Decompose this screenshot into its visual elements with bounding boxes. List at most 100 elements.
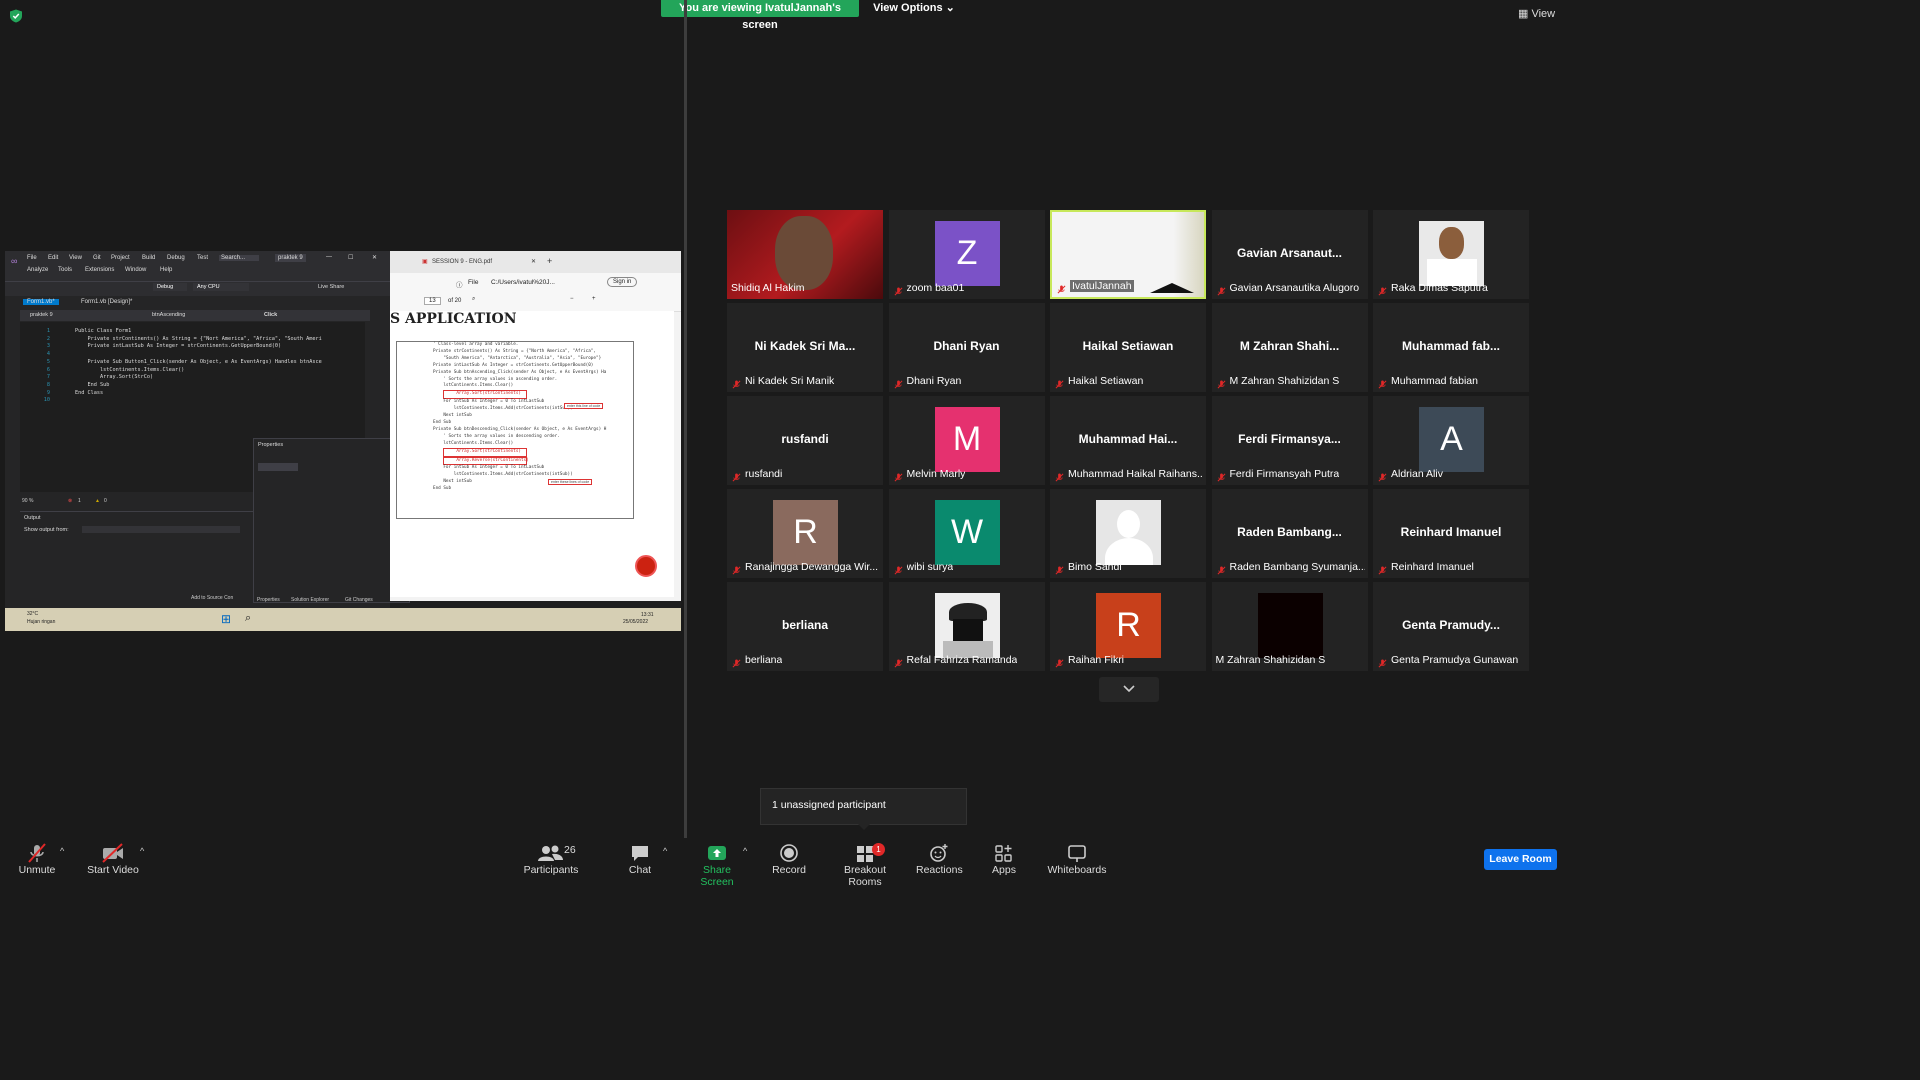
tab-form1-vb[interactable]: Form1.vb* xyxy=(23,299,59,305)
participant-tile[interactable]: M Melvin Marly xyxy=(888,396,1045,485)
share-screen-button[interactable]: Share Screen xyxy=(686,842,748,888)
minimize-icon[interactable]: — xyxy=(326,254,332,260)
apps-button[interactable]: Apps xyxy=(990,842,1018,876)
share-options-caret-icon[interactable]: ^ xyxy=(743,846,747,856)
participant-tile[interactable]: Dhani Ryan Dhani Ryan xyxy=(888,303,1045,392)
participant-tile[interactable]: Zzoom baa01 xyxy=(888,210,1045,299)
platform-dropdown[interactable]: Any CPU xyxy=(193,283,249,291)
code-line[interactable]: Private Sub Button1_Click(sender As Obje… xyxy=(75,359,321,367)
vs-menu-extensions[interactable]: Extensions xyxy=(85,267,114,273)
participant-tile[interactable]: Muhammad Hai... Muhammad Haikal Raihans..… xyxy=(1050,396,1206,485)
nav-member-dropdown[interactable]: btnAscending xyxy=(152,312,185,318)
tab-git-changes[interactable]: Git Changes xyxy=(345,597,373,603)
participant-tile[interactable]: Raden Bambang... Raden Bambang Syumanja..… xyxy=(1211,489,1368,578)
add-to-source-control[interactable]: Add to Source Con xyxy=(191,595,233,601)
participant-tile[interactable]: berliana berliana xyxy=(727,582,883,671)
start-video-button[interactable]: Start Video xyxy=(86,842,140,876)
tab-solution-explorer[interactable]: Solution Explorer xyxy=(291,597,329,603)
code-line[interactable]: Public Class Form1 xyxy=(75,328,131,336)
properties-toolbar[interactable] xyxy=(258,463,298,471)
audio-options-caret-icon[interactable]: ^ xyxy=(60,846,64,856)
vs-search[interactable]: Search... xyxy=(219,255,259,261)
participant-tile[interactable]: Wwibi surya xyxy=(888,489,1045,578)
vs-menu-analyze[interactable]: Analyze xyxy=(27,267,48,273)
participant-tile[interactable]: IvatulJannah xyxy=(1050,210,1206,299)
code-line[interactable]: End Sub xyxy=(75,382,109,390)
participant-tile[interactable]: A Aldrian Aliv xyxy=(1373,396,1529,485)
vs-menu-view[interactable]: View xyxy=(69,255,82,261)
live-share-button[interactable]: Live Share xyxy=(318,284,344,290)
vs-menu-debug[interactable]: Debug xyxy=(167,255,185,261)
record-button[interactable]: Record xyxy=(772,842,806,876)
participant-tile[interactable]: Ferdi Firmansya... Ferdi Firmansyah Putra xyxy=(1211,396,1368,485)
participant-tile[interactable]: Haikal Setiawan Haikal Setiawan xyxy=(1050,303,1206,392)
nav-project-dropdown[interactable]: praktek 9 xyxy=(30,312,53,318)
clock-date[interactable]: 25/05/2022 xyxy=(623,619,648,625)
participant-tile[interactable]: Muhammad fab... Muhammad fabian xyxy=(1373,303,1529,392)
chat-button[interactable]: Chat xyxy=(626,842,654,876)
vs-menu-project[interactable]: Project xyxy=(111,255,130,261)
participant-tile[interactable]: R Raihan Fikri xyxy=(1050,582,1206,671)
code-line[interactable]: Array.Sort(StrCo) xyxy=(75,374,153,382)
participant-tile[interactable]: M Zahran Shahizidan S xyxy=(1211,582,1368,671)
sign-in-button[interactable]: Sign in xyxy=(607,277,638,287)
tab-close-icon[interactable]: ✕ xyxy=(531,258,536,265)
security-shield-icon[interactable] xyxy=(9,9,23,23)
windows-start-icon[interactable]: ⊞ xyxy=(221,612,231,626)
vs-menu-window[interactable]: Window xyxy=(125,267,146,273)
participant-tile[interactable]: R Ranajingga Dewangga Wir... xyxy=(727,489,883,578)
tab-properties[interactable]: Properties xyxy=(257,597,280,603)
gallery-next-page-button[interactable] xyxy=(1099,677,1159,702)
maximize-icon[interactable]: ☐ xyxy=(348,254,353,261)
search-icon[interactable]: ⌕ xyxy=(472,296,475,303)
tab-form1-design[interactable]: Form1.vb [Design]* xyxy=(81,299,132,305)
vs-menu-test[interactable]: Test xyxy=(197,255,208,261)
reactions-button[interactable]: Reactions xyxy=(916,842,963,876)
zoom-out-icon[interactable]: − xyxy=(570,296,574,302)
unassigned-participant-notice[interactable]: 1 unassigned participant xyxy=(760,788,967,825)
chat-options-caret-icon[interactable]: ^ xyxy=(663,846,667,856)
leave-room-button[interactable]: Leave Room xyxy=(1484,849,1557,870)
split-divider[interactable] xyxy=(684,0,687,840)
vs-menu-git[interactable]: Git xyxy=(93,255,101,261)
breakout-rooms-button[interactable]: Breakout Rooms xyxy=(828,842,902,888)
vs-menu-help[interactable]: Help xyxy=(160,267,172,273)
participant-tile[interactable]: Shidiq Al Hakim xyxy=(727,210,883,299)
participant-tile[interactable]: rusfandi rusfandi xyxy=(727,396,883,485)
view-layout-button[interactable]: ▦ View xyxy=(1518,7,1555,20)
participant-tile[interactable]: Reinhard Imanuel Reinhard Imanuel xyxy=(1373,489,1529,578)
weather-desc[interactable]: Hujan ringan xyxy=(27,619,55,625)
vs-menu-file[interactable]: File xyxy=(27,255,37,261)
page-number-input[interactable]: 13 xyxy=(424,297,441,305)
participant-tile[interactable]: Bimo Sandi xyxy=(1050,489,1206,578)
clock-time[interactable]: 13:31 xyxy=(641,612,654,618)
unmute-button[interactable]: Unmute xyxy=(18,842,56,876)
address-field[interactable]: C:/Users/ivatul%20J... xyxy=(491,279,555,286)
vs-menu-edit[interactable]: Edit xyxy=(48,255,58,261)
participant-tile[interactable]: Genta Pramudy... Genta Pramudya Gunawan xyxy=(1373,582,1529,671)
code-line[interactable]: End Class xyxy=(75,390,103,398)
config-dropdown[interactable]: Debug xyxy=(153,283,187,291)
close-icon[interactable]: ✕ xyxy=(372,254,377,261)
whiteboards-button[interactable]: Whiteboards xyxy=(1046,842,1108,876)
participant-tile[interactable]: Refal Fahriza Ramanda xyxy=(888,582,1045,671)
weather-temp[interactable]: 32°C xyxy=(27,611,38,617)
vs-menu-tools[interactable]: Tools xyxy=(58,267,72,273)
error-icon[interactable]: ⊗ xyxy=(68,498,72,504)
participant-tile[interactable]: Gavian Arsanaut... Gavian Arsanautika Alu… xyxy=(1211,210,1368,299)
code-line[interactable]: Private intLastSub As Integer = strConti… xyxy=(75,343,281,351)
view-options-button[interactable]: View Options ⌄ xyxy=(872,0,956,17)
video-options-caret-icon[interactable]: ^ xyxy=(140,846,144,856)
pdf-tab-title[interactable]: SESSION 9 - ENG.pdf xyxy=(432,259,492,265)
new-tab-icon[interactable]: + xyxy=(547,256,552,266)
search-taskbar-icon[interactable]: ⌕ xyxy=(245,612,251,625)
warning-icon[interactable]: ▲ xyxy=(95,498,100,504)
participant-tile[interactable]: Raka Dimas Saputra xyxy=(1373,210,1529,299)
participant-tile[interactable]: Ni Kadek Sri Ma... Ni Kadek Sri Manik xyxy=(727,303,883,392)
nav-event-dropdown[interactable]: Click xyxy=(264,312,277,318)
pdf-page[interactable]: S APPLICATION ' Class-level array and va… xyxy=(390,311,674,597)
code-line[interactable]: Private strContinents() As String = {"No… xyxy=(75,336,321,344)
output-source-dropdown[interactable] xyxy=(82,526,240,533)
participant-tile[interactable]: M Zahran Shahi... M Zahran Shahizidan S xyxy=(1211,303,1368,392)
vs-menu-build[interactable]: Build xyxy=(142,255,155,261)
